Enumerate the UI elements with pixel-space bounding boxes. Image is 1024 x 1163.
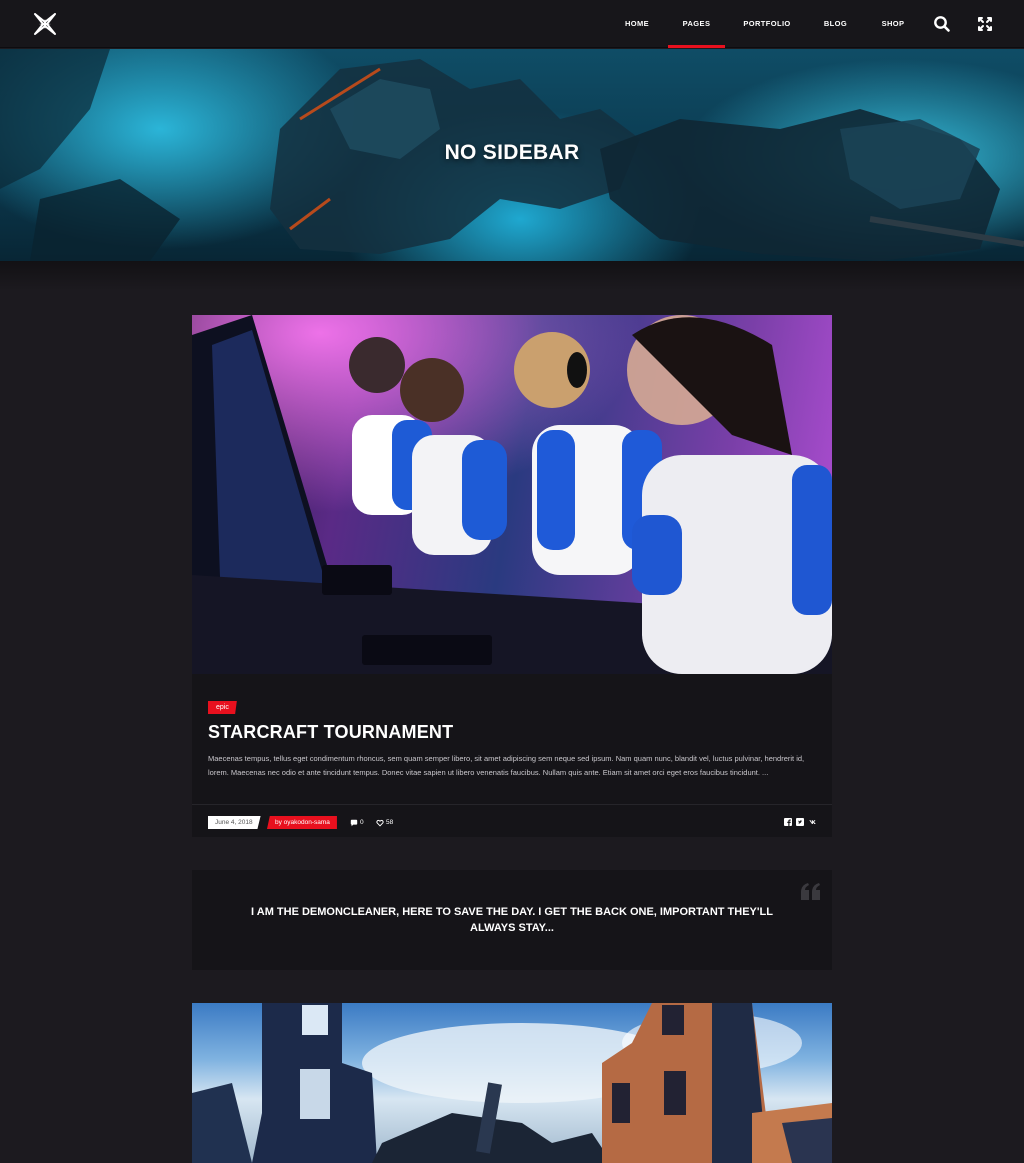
quote-text[interactable]: I AM THE DEMONCLEANER, HERE TO SAVE THE … bbox=[232, 904, 792, 936]
post-featured-image[interactable] bbox=[192, 315, 832, 674]
post-date[interactable]: June 4, 2018 bbox=[208, 816, 261, 829]
comment-icon bbox=[350, 819, 358, 826]
post-author[interactable]: by oyakodon-sama bbox=[267, 816, 337, 829]
nav-home[interactable]: HOME bbox=[606, 0, 668, 48]
page-title: NO SIDEBAR bbox=[444, 141, 580, 164]
likes-count[interactable]: 58 bbox=[376, 816, 393, 829]
nav-portfolio[interactable]: PORTFOLIO bbox=[725, 0, 809, 48]
post-card: epic STARCRAFT TOURNAMENT Maecenas tempu… bbox=[192, 315, 832, 837]
nav-pages[interactable]: PAGES bbox=[668, 0, 725, 48]
nav-blog[interactable]: BLOG bbox=[809, 0, 862, 48]
twitter-icon[interactable] bbox=[796, 818, 804, 826]
vk-icon[interactable] bbox=[809, 818, 817, 826]
quote-post: I AM THE DEMONCLEANER, HERE TO SAVE THE … bbox=[192, 870, 832, 970]
post-excerpt: Maecenas tempus, tellus eget condimentum… bbox=[208, 754, 805, 777]
post-body: epic STARCRAFT TOURNAMENT Maecenas tempu… bbox=[208, 696, 816, 777]
post-image-art bbox=[192, 315, 832, 674]
heart-icon bbox=[376, 819, 384, 826]
brand-logo[interactable] bbox=[33, 13, 57, 35]
likes-count-value: 58 bbox=[386, 819, 394, 826]
ruined-city-art bbox=[192, 1003, 832, 1163]
post-category-tag[interactable]: epic bbox=[208, 701, 237, 714]
main-nav: HOME PAGES PORTFOLIO BLOG SHOP bbox=[606, 0, 924, 48]
post-title[interactable]: STARCRAFT TOURNAMENT bbox=[208, 722, 453, 743]
hero-shadow bbox=[0, 261, 1024, 291]
quote-mark-icon bbox=[801, 883, 820, 900]
site-header: HOME PAGES PORTFOLIO BLOG SHOP bbox=[0, 0, 1024, 48]
search-icon[interactable] bbox=[932, 14, 952, 34]
post-featured-image-2[interactable] bbox=[192, 1003, 832, 1163]
nav-shop[interactable]: SHOP bbox=[862, 0, 924, 48]
page-hero: NO SIDEBAR bbox=[0, 49, 1024, 261]
fullscreen-icon[interactable] bbox=[975, 14, 995, 34]
facebook-icon[interactable] bbox=[784, 818, 792, 826]
comments-count[interactable]: 0 bbox=[350, 816, 364, 829]
comments-count-value: 0 bbox=[360, 819, 364, 826]
post-meta-bar: June 4, 2018 by oyakodon-sama 0 58 bbox=[192, 804, 832, 837]
